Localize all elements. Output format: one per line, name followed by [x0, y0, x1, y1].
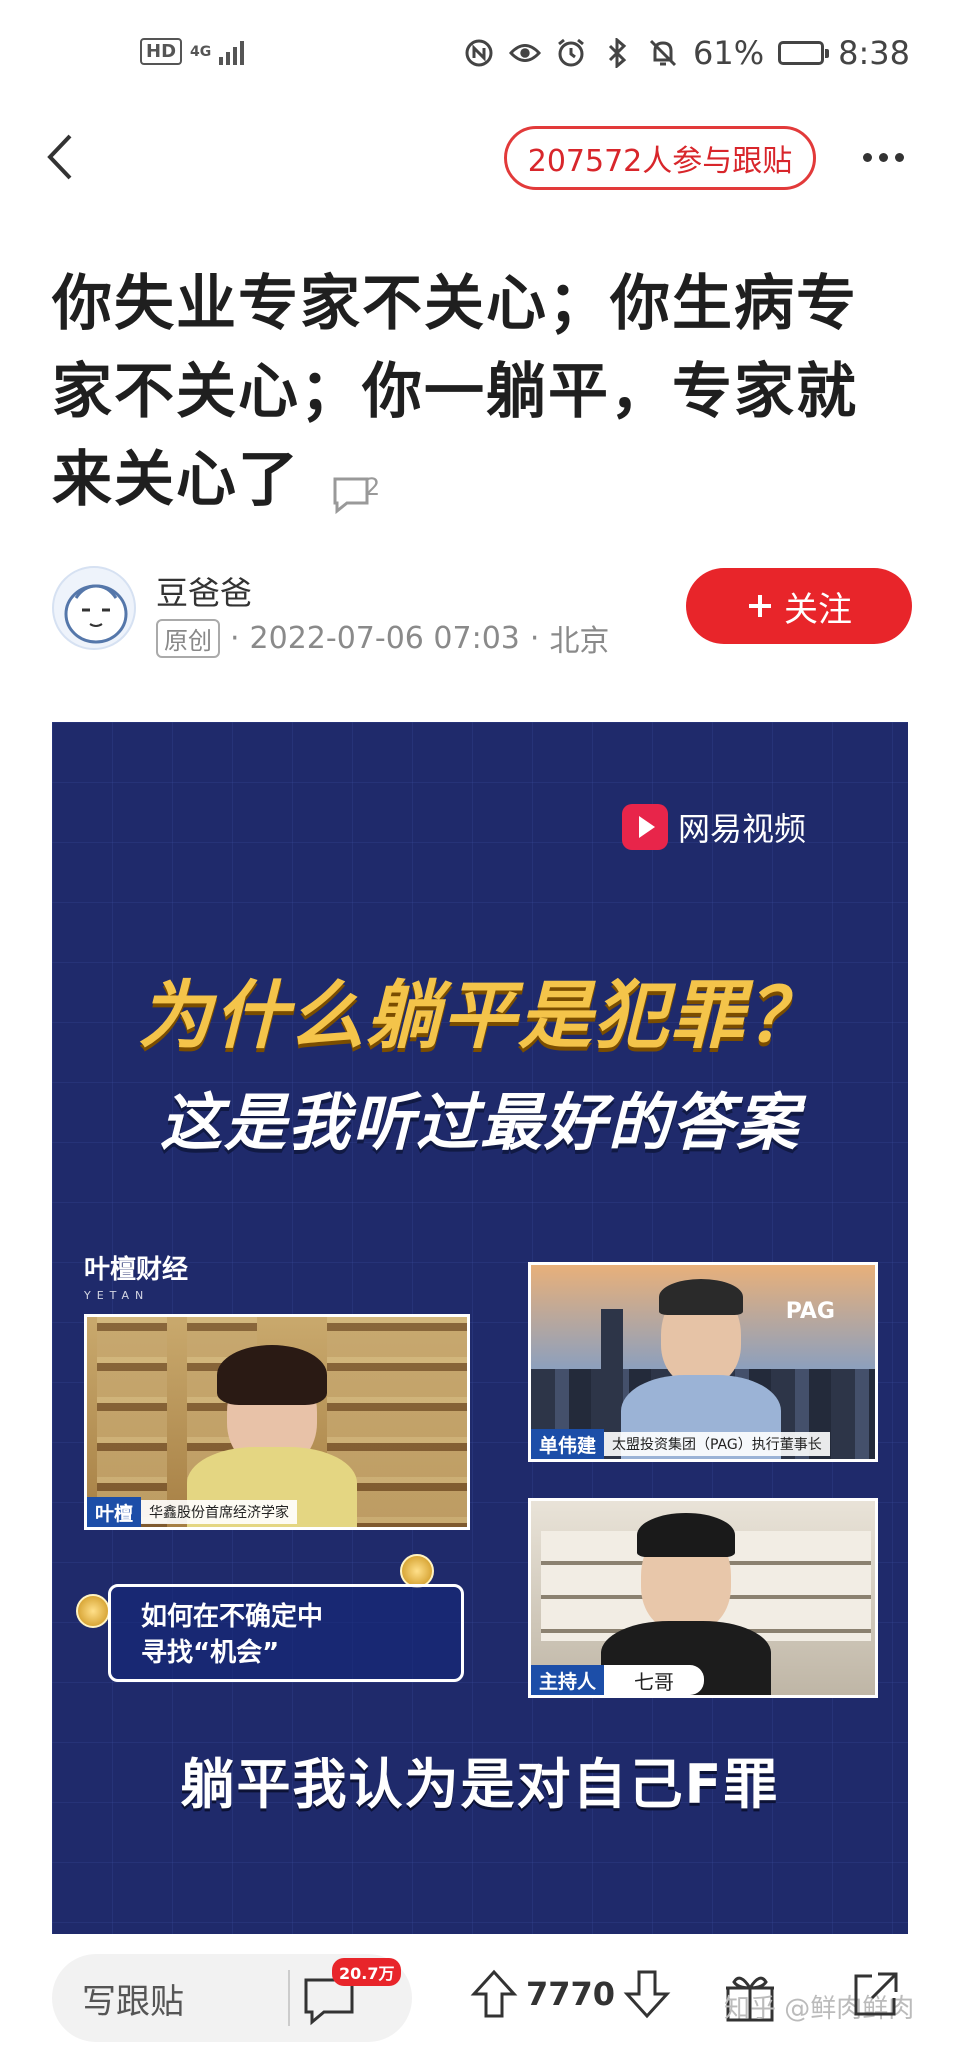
battery-percent: 61%: [693, 34, 765, 72]
video-subtitle: 躺平我认为是对自己F罪: [180, 1753, 780, 1816]
host-panel: 主持人 七哥: [528, 1498, 878, 1698]
more-dot-icon: [862, 152, 872, 162]
article-title-block: 你失业专家不关心；你生病专家不关心；你一躺平，专家就来关心了 2: [52, 260, 912, 524]
network-type: 4G: [190, 43, 212, 60]
opportunity-line1: 如何在不确定中: [141, 1602, 324, 1632]
bluetooth-icon: [601, 37, 633, 69]
reply-placeholder: 写跟贴: [82, 1981, 184, 2022]
speaker2-name: 单伟建: [531, 1429, 605, 1459]
host-label: 主持人: [531, 1665, 605, 1695]
status-bar: HD 4G 61% 8:38: [0, 0, 960, 110]
comment-count-badge: 20.7万: [332, 1958, 402, 1986]
downvote-arrow-icon[interactable]: [623, 1968, 671, 2020]
bookshelf: [397, 1317, 467, 1527]
comment-count: 2: [364, 473, 383, 502]
article-image[interactable]: 网易视频 为什么躺平是犯罪？ 这是我听过最好的答案 叶檀财经 YETAN 叶檀 …: [52, 722, 908, 1934]
vote-group: 7770: [470, 1968, 671, 2020]
speaker-panel-1: 叶檀 华鑫股份首席经济学家: [84, 1314, 470, 1530]
more-dot-icon: [878, 152, 888, 162]
follow-button[interactable]: 关注: [686, 568, 912, 644]
follow-button-label: 关注: [784, 589, 852, 630]
article-title: 你失业专家不关心；你生病专家不关心；你一躺平，专家就来关心了: [52, 269, 858, 515]
back-arrow-icon: [47, 134, 72, 180]
hd-indicator: HD: [140, 38, 183, 65]
play-logo-icon: [622, 804, 668, 850]
bottom-bar: 写跟贴 20.7万 7770 知乎 @鲜肉鲜肉: [0, 1950, 960, 2053]
author-name[interactable]: 豆爸爸: [156, 568, 252, 614]
share-button[interactable]: [848, 1966, 904, 2026]
host-name: 七哥: [604, 1665, 705, 1695]
mute-bell-icon: [647, 37, 679, 69]
eye-icon: [509, 37, 542, 69]
image-subheadline: 这是我听过最好的答案: [159, 1086, 800, 1159]
follow-post-count-button[interactable]: 207572人参与跟贴: [504, 126, 816, 190]
bookshelf: [97, 1317, 167, 1527]
speaker2-logo: PAG: [785, 1299, 835, 1324]
coin-icon: [400, 1554, 434, 1588]
publish-location: 北京: [549, 624, 610, 659]
alarm-icon: [555, 37, 587, 69]
host-caption: 主持人 七哥: [531, 1665, 705, 1695]
share-icon: [854, 1972, 898, 2016]
opportunity-line2: 寻找“机会”: [141, 1638, 280, 1668]
host-figure: [637, 1513, 735, 1557]
speaker-figure: [217, 1345, 327, 1405]
back-button[interactable]: [42, 132, 82, 182]
speaker2-caption: 单伟建 太盟投资集团（PAG）执行董事长: [531, 1429, 830, 1459]
logo-text: 网易视频: [678, 810, 807, 848]
battery-icon: [778, 41, 830, 65]
speaker1-name: 叶檀: [87, 1497, 142, 1527]
coin-icon: [76, 1594, 110, 1628]
original-badge: 原创: [156, 618, 220, 658]
speaker1-title: 华鑫股份首席经济学家: [141, 1500, 298, 1524]
speaker-figure: [659, 1279, 743, 1315]
divider: [288, 1970, 290, 2026]
article-meta: 原创 · 2022-07-06 07:03 · 北京: [156, 616, 609, 660]
speaker2-title: 太盟投资集团（PAG）执行董事长: [604, 1432, 830, 1456]
video-source-logo: 网易视频: [622, 804, 806, 850]
image-headline: 为什么躺平是犯罪？: [138, 973, 822, 1059]
vote-count: 7770: [526, 1975, 616, 2013]
status-right: 61% 8:38: [463, 34, 910, 72]
speaker-panel-2: PAG 单伟建 太盟投资集团（PAG）执行董事长: [528, 1262, 878, 1462]
signal-icon: [219, 39, 245, 65]
plus-icon: [749, 595, 771, 617]
channel-brand: 叶檀财经 YETAN: [84, 1257, 188, 1309]
opportunity-card: 如何在不确定中 寻找“机会”: [108, 1584, 464, 1682]
avatar[interactable]: [52, 566, 136, 650]
comment-count-button[interactable]: 2: [329, 457, 381, 515]
top-nav: 207572人参与跟贴: [0, 112, 960, 202]
author-row: 豆爸爸 原创 · 2022-07-06 07:03 · 北京 关注: [52, 566, 912, 666]
brand-sub: YETAN: [84, 1289, 150, 1302]
meta-separator: ·: [529, 620, 540, 656]
meta-separator: ·: [230, 620, 240, 656]
clock: 8:38: [838, 34, 910, 72]
status-left: HD 4G: [140, 38, 245, 65]
speaker1-caption: 叶檀 华鑫股份首席经济学家: [87, 1497, 298, 1527]
more-dot-icon: [894, 152, 904, 162]
upvote-arrow-icon[interactable]: [470, 1968, 518, 2020]
brand-name: 叶檀财经: [84, 1255, 189, 1285]
more-options-button[interactable]: [858, 142, 908, 172]
nfc-icon: [463, 37, 495, 69]
publish-datetime: 2022-07-06 07:03: [249, 620, 520, 656]
